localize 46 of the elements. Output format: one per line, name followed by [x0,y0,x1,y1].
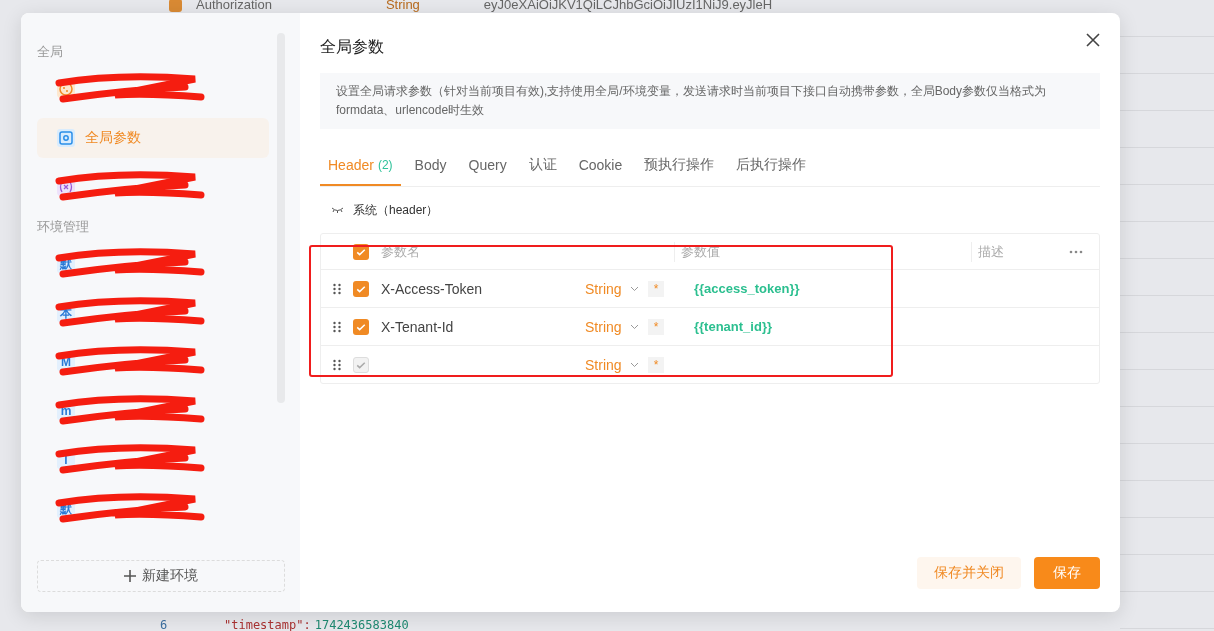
required-toggle[interactable]: * [648,318,664,335]
column-header: 描述 [971,241,1069,262]
chevron-down-icon[interactable] [630,323,639,330]
tab[interactable]: Body [406,145,455,186]
parameter-value[interactable]: {{tenant_id}} [682,319,979,334]
tab[interactable]: Cookie [570,145,631,186]
sidebar-item[interactable]: m [37,391,269,431]
plus-icon [124,570,136,582]
checkbox[interactable] [169,0,182,12]
parameter-name: Authorization [196,0,272,12]
required-toggle[interactable]: * [648,280,664,297]
tab[interactable]: Header (2) [320,145,401,186]
dialog-title: 全局参数 [320,37,384,57]
drag-handle-icon[interactable] [332,320,342,333]
code-key: "timestamp": [224,618,311,631]
save-button[interactable]: 保存 [1034,557,1100,589]
parameter-name[interactable]: X-Tenant-Id [381,318,585,335]
checkbox[interactable] [353,318,369,335]
save-and-close-button[interactable]: 保存并关闭 [917,557,1021,589]
eye-closed-icon[interactable] [332,207,343,213]
close-icon[interactable] [1086,33,1100,47]
tab[interactable]: 预执行操作 [636,145,723,186]
notice-text: 设置全局请求参数（针对当前项目有效),支持使用全局/环境变量，发送请求时当前项目下接口自动携带参数，全局Body参数仅当格式为formdata、urlencode时生效 [320,73,1100,129]
type-select[interactable]: String [585,318,630,335]
section-title: 全局 [37,43,64,61]
parameter-value: eyJ0eXAiOiJKV1QiLCJhbGciOiJIUzI1NiJ9.eyJleH [483,0,773,12]
line-number: 6 [160,618,169,631]
type-label: String [385,0,420,12]
sidebar-item[interactable]: 全局参数 [37,118,269,158]
tab[interactable]: 后执行操作 [728,145,815,186]
chevron-down-icon[interactable] [630,285,639,292]
type-select[interactable]: String [585,280,630,297]
drag-handle-icon[interactable] [332,358,342,371]
section-title: 环境管理 [37,218,90,236]
code-value: 1742436583840 [314,618,409,631]
settings-icon [57,129,75,147]
drag-handle-icon[interactable] [332,282,342,295]
section-label: 系统（header） [353,201,439,219]
parameter-value[interactable]: {{access_token}} [682,281,979,296]
new-environment-button[interactable]: 新建环境 [37,560,285,592]
checkbox[interactable] [353,280,369,297]
more-icon[interactable] [1069,249,1083,254]
parameter-name[interactable]: X-Access-Token [381,280,585,297]
tab[interactable]: 认证 [520,145,565,186]
chevron-down-icon[interactable] [630,361,639,368]
tab[interactable]: Query [460,145,515,186]
